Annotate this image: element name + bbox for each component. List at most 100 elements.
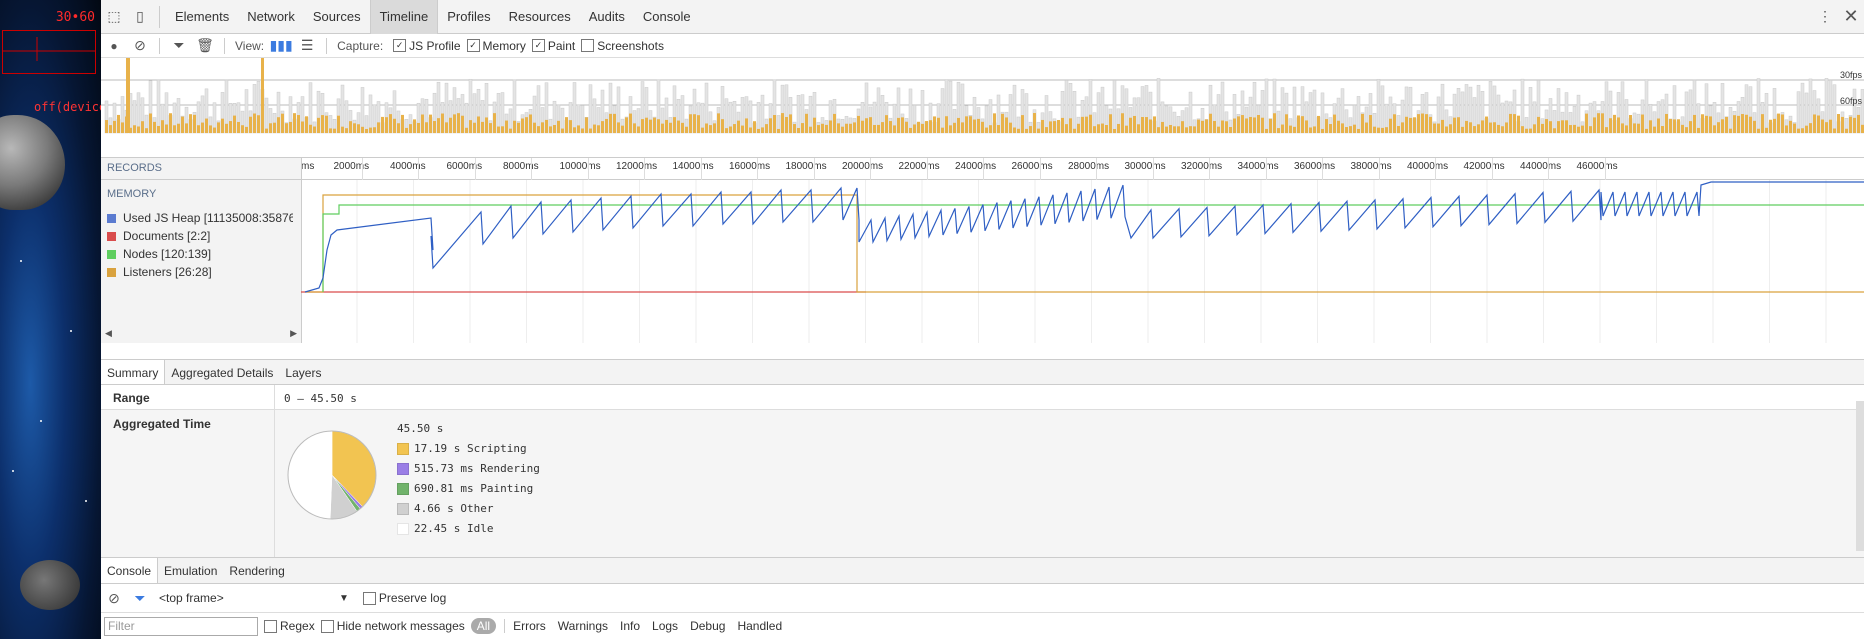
frame-script-bar [953, 122, 956, 133]
summary-scrollbar[interactable] [1856, 401, 1864, 551]
frame-script-bar [109, 125, 112, 133]
flame-view-icon[interactable]: ☰ [294, 33, 320, 59]
frame-script-bar [1469, 122, 1472, 133]
frame-script-bar [1061, 117, 1064, 133]
frame-script-bar [1345, 127, 1348, 133]
frame-script-bar [1277, 128, 1280, 133]
memory-graph[interactable] [301, 180, 1864, 343]
tab-elements[interactable]: Elements [166, 0, 238, 34]
frame-script-bar [1093, 126, 1096, 133]
filter-input[interactable]: Filter [104, 616, 258, 636]
frame-script-bar [1429, 116, 1432, 133]
ruler-tick-label: 6000ms [446, 161, 483, 172]
level-all[interactable]: All [470, 618, 497, 634]
ruler-tick-label: 28000ms [1068, 161, 1110, 172]
records-sidebar: RECORDS MEMORY Used JS Heap [11135008:35… [101, 158, 302, 343]
level-debug[interactable]: Debug [690, 619, 725, 633]
filter-icon[interactable]: ⏷ [127, 585, 153, 611]
frame-script-bar [961, 122, 964, 133]
frame-script-bar [1609, 118, 1612, 133]
record-icon[interactable]: ● [101, 33, 127, 59]
frame-script-bar [689, 114, 692, 133]
device-mode-icon[interactable]: ▯ [127, 4, 153, 30]
tab-resources[interactable]: Resources [500, 0, 580, 34]
level-warnings[interactable]: Warnings [558, 619, 608, 633]
legend-documents[interactable]: Documents [2:2] [107, 229, 210, 243]
tab-audits[interactable]: Audits [580, 0, 634, 34]
tab-sources[interactable]: Sources [304, 0, 370, 34]
level-handled[interactable]: Handled [737, 619, 782, 633]
time-ruler: ms 2000ms 4000ms 6000ms 8000ms 10000ms 12000m… [101, 158, 1864, 180]
frame-script-bar [433, 121, 436, 133]
bar-view-icon[interactable]: ▮▮▮ [268, 33, 294, 59]
clear-icon[interactable]: ⊘ [127, 33, 153, 59]
frame-script-bar [197, 125, 200, 133]
frame-script-bar [717, 113, 720, 133]
legend-used-js-heap[interactable]: Used JS Heap [11135008:35876480] [107, 211, 293, 225]
legend-listeners[interactable]: Listeners [26:28] [107, 265, 212, 279]
tab-network[interactable]: Network [238, 0, 304, 34]
frame-script-bar [737, 120, 740, 133]
ruler-tick-label: 36000ms [1294, 161, 1336, 172]
tab-summary[interactable]: Summary [101, 360, 166, 384]
frame-script-bar [237, 121, 240, 133]
frame-script-bar [1097, 124, 1100, 133]
frame-script-bar [1409, 117, 1412, 133]
filter-icon[interactable]: ⏷ [166, 33, 192, 59]
frame-script-bar [625, 117, 628, 133]
frame-script-bar [937, 117, 940, 133]
frames-overview[interactable]: 30fps 60fps [101, 58, 1864, 158]
tab-console-drawer[interactable]: Console [101, 558, 159, 583]
capture-checkbox[interactable] [581, 39, 595, 52]
tab-timeline[interactable]: Timeline [369, 0, 439, 34]
frame-script-bar [1261, 117, 1264, 133]
tab-layers[interactable]: Layers [279, 360, 327, 384]
capture-checkbox[interactable]: ✓ [393, 39, 407, 52]
frame-script-bar [1545, 119, 1548, 133]
frame-script-bar [877, 124, 880, 133]
chevron-down-icon[interactable]: ▼ [339, 593, 349, 604]
capture-checkbox[interactable]: ✓ [466, 39, 480, 52]
trash-icon[interactable]: 🗑 [192, 33, 218, 59]
frame-script-bar [321, 115, 324, 133]
timeline-toolbar: ● ⊘ ⏷ 🗑 View: ▮▮▮ ☰ Capture: ✓ JS Profile… [101, 34, 1864, 58]
frame-script-bar [1109, 114, 1112, 133]
level-errors[interactable]: Errors [513, 619, 546, 633]
ruler-start-label: ms [301, 161, 315, 172]
more-menu-icon[interactable]: ⋮ [1812, 4, 1838, 30]
close-icon[interactable]: ✕ [1838, 4, 1864, 30]
clear-console-icon[interactable]: ⊘ [101, 585, 127, 611]
frame-script-bar [1501, 126, 1504, 133]
frame-bar [1156, 78, 1161, 134]
hide-network-checkbox[interactable] [320, 619, 334, 633]
sidebar-scrollbar[interactable]: ◀ ▶ [101, 328, 301, 340]
legend-nodes[interactable]: Nodes [120:139] [107, 247, 211, 261]
tab-emulation[interactable]: Emulation [158, 558, 223, 583]
tab-profiles[interactable]: Profiles [438, 0, 499, 34]
frame-script-bar [117, 114, 120, 133]
frame-script-bar [1041, 119, 1044, 133]
frame-script-bar [341, 126, 344, 133]
frame-script-bar [1833, 128, 1836, 133]
tab-console[interactable]: Console [634, 0, 700, 34]
level-info[interactable]: Info [620, 619, 640, 633]
inspect-element-icon[interactable]: ⬚ [101, 4, 127, 30]
capture-checkbox[interactable]: ✓ [531, 39, 545, 52]
frame-script-bar [845, 123, 848, 133]
frame-script-bar [1309, 127, 1312, 133]
frame-script-bar [725, 128, 728, 133]
ruler-tick-label: 38000ms [1350, 161, 1392, 172]
regex-checkbox[interactable] [264, 619, 277, 633]
frame-script-bar [1105, 125, 1108, 133]
range-label: Range [113, 391, 150, 405]
context-select[interactable]: <top frame> [159, 591, 339, 605]
tab-aggregated-details[interactable]: Aggregated Details [165, 360, 279, 384]
frame-script-bar [385, 117, 388, 133]
preserve-log-checkbox[interactable] [362, 591, 376, 605]
frame-script-bar [1677, 119, 1680, 133]
frame-script-bar [1013, 127, 1016, 133]
frame-script-bar [1049, 121, 1052, 133]
frame-script-bar [557, 120, 560, 133]
tab-rendering[interactable]: Rendering [223, 558, 290, 583]
level-logs[interactable]: Logs [652, 619, 678, 633]
